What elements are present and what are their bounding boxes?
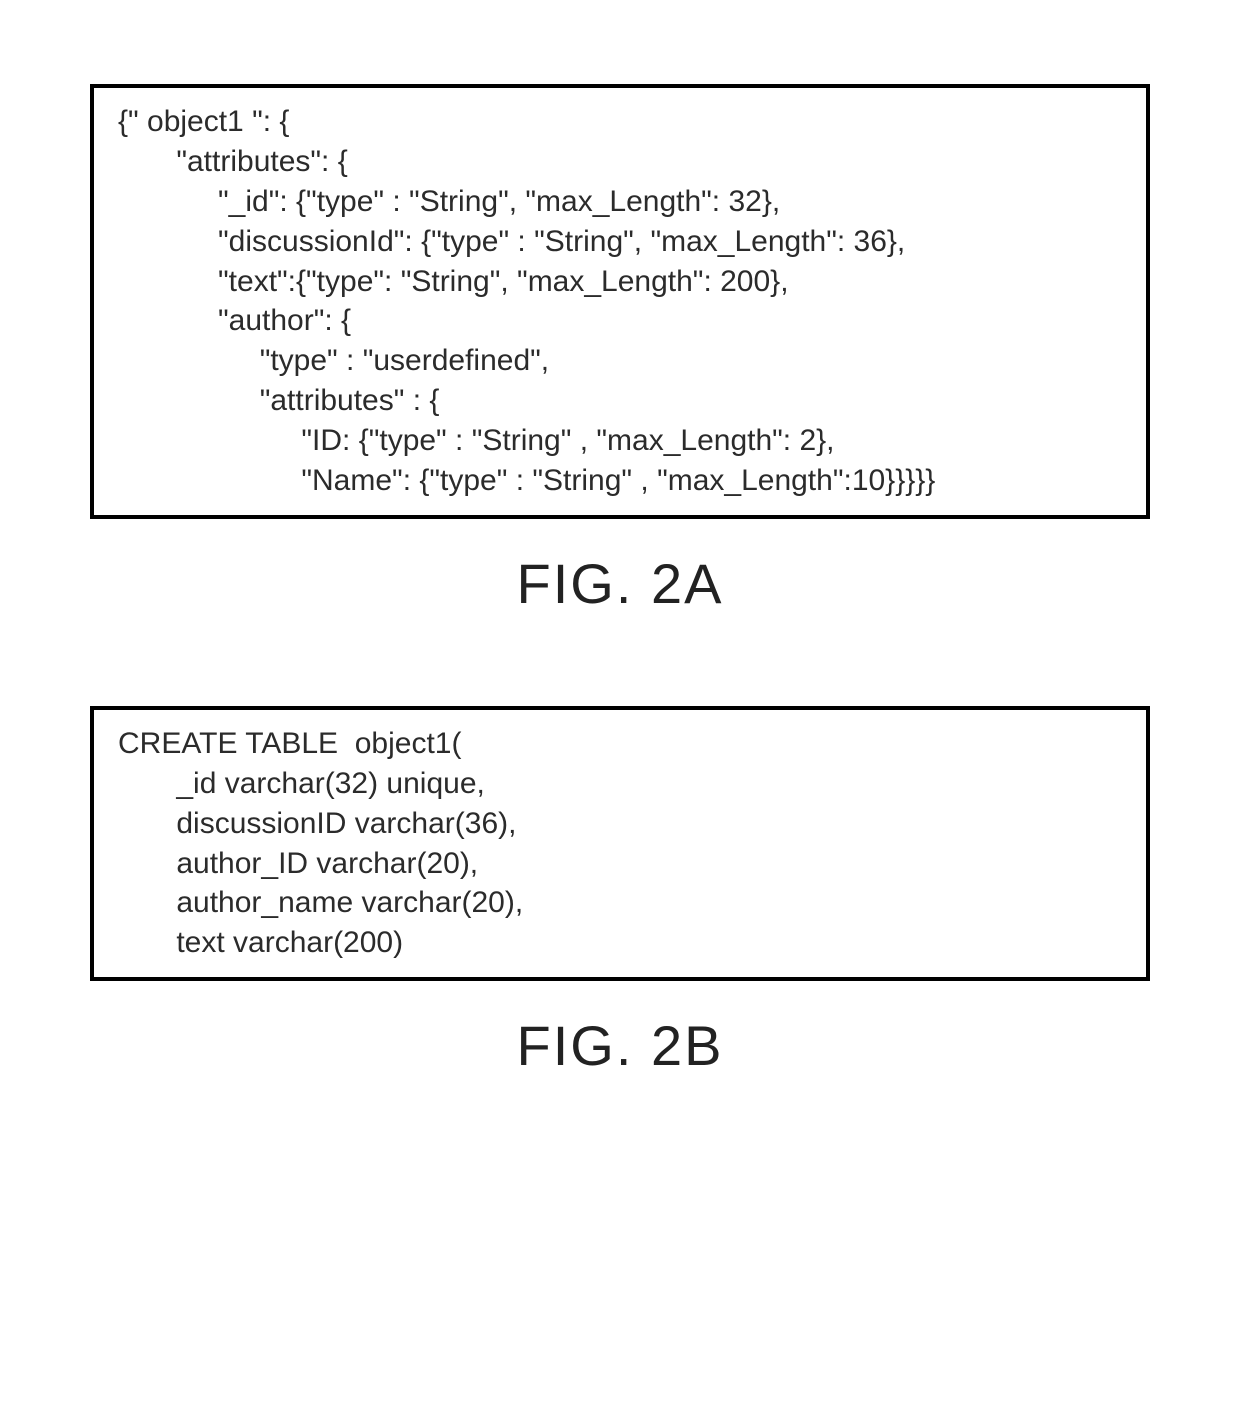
- code-box-fig-2b: CREATE TABLE object1( _id varchar(32) un…: [90, 706, 1150, 981]
- figure-page: {" object1 ": { "attributes": { "_id": {…: [0, 0, 1240, 1415]
- caption-fig-2a: FIG. 2A: [90, 551, 1150, 616]
- caption-fig-2b: FIG. 2B: [90, 1013, 1150, 1078]
- code-box-fig-2a: {" object1 ": { "attributes": { "_id": {…: [90, 84, 1150, 519]
- code-pre-fig-2a: {" object1 ": { "attributes": { "_id": {…: [118, 102, 1122, 501]
- code-pre-fig-2b: CREATE TABLE object1( _id varchar(32) un…: [118, 724, 1122, 963]
